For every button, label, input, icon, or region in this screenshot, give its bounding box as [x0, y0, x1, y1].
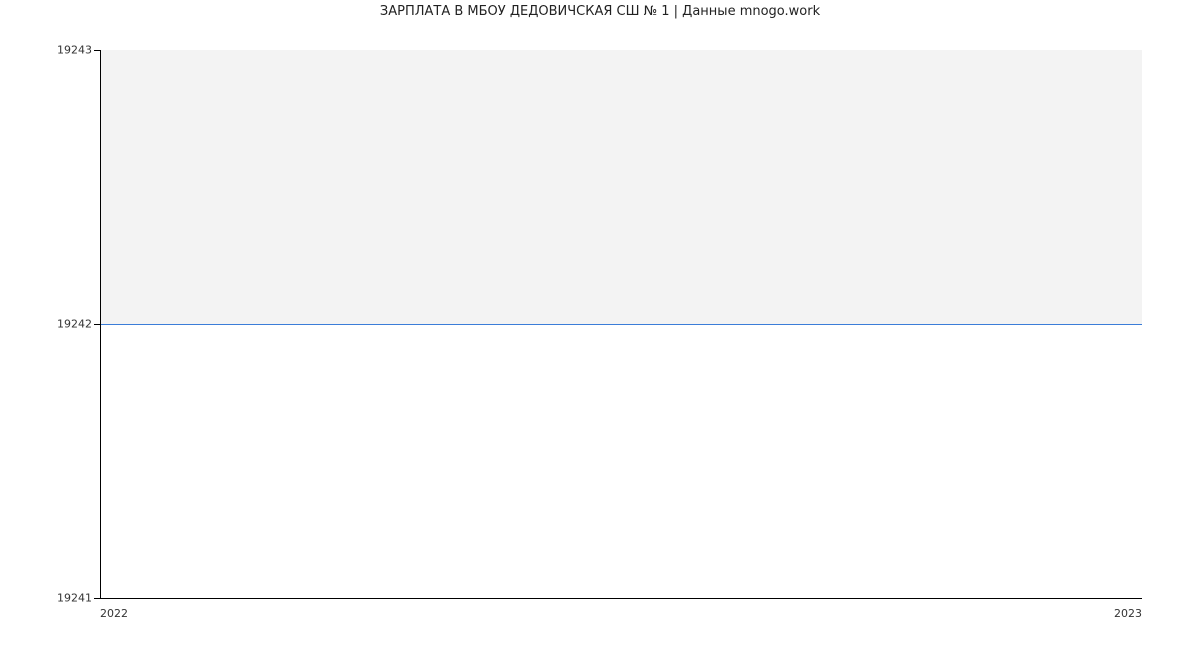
- x-axis-spine: [100, 598, 1142, 599]
- y-tick-label: 19243: [32, 44, 92, 57]
- y-tick-label: 19242: [32, 318, 92, 331]
- plot-lower-band: [100, 324, 1142, 598]
- y-axis-spine: [100, 50, 101, 598]
- salary-chart: ЗАРПЛАТА В МБОУ ДЕДОВИЧСКАЯ СШ № 1 | Дан…: [0, 0, 1200, 650]
- x-tick-label: 2023: [1114, 607, 1142, 620]
- x-tick-label: 2022: [100, 607, 128, 620]
- chart-title: ЗАРПЛАТА В МБОУ ДЕДОВИЧСКАЯ СШ № 1 | Дан…: [0, 4, 1200, 19]
- y-tick: [94, 50, 100, 51]
- y-tick: [94, 324, 100, 325]
- y-tick: [94, 598, 100, 599]
- y-tick-label: 19241: [32, 592, 92, 605]
- series-line: [100, 324, 1142, 325]
